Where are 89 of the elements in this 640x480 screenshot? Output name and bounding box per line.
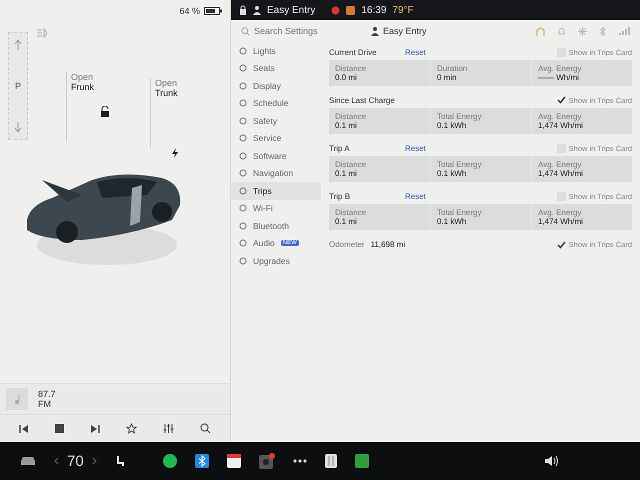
checkmark-icon [556,240,566,248]
radio-band-label: FM [38,399,52,409]
stat-value: 0.1 mi [335,217,358,226]
open-trunk-button[interactable]: Open Trunk [150,78,178,148]
odometer-value: 11,698 mi [370,240,406,249]
stat-value: 0.1 kWh [437,121,468,130]
equalizer-icon[interactable] [163,423,174,434]
camera-app-icon[interactable] [258,453,275,469]
down-arrow-icon [14,121,22,133]
next-icon[interactable] [90,424,100,434]
right-chevron-icon[interactable] [92,457,97,465]
stat-value: 1,474 Wh/mi [538,169,584,178]
menu-item[interactable]: Upgrades [231,252,321,270]
stat-value: 1,474 Wh/mi [538,217,584,226]
stat-value: 0.1 kWh [437,169,468,178]
up-arrow-icon [14,39,22,51]
stat-label: Avg. Energy [538,160,582,169]
search-icon [241,26,250,36]
stat-value: 0.0 mi [335,73,358,82]
stat-label: Distance [335,160,368,169]
menu-item[interactable]: Safety [231,112,321,130]
search-icon[interactable] [200,423,211,434]
person-icon [253,5,261,15]
profile-name[interactable]: Easy Entry [267,4,316,16]
unlock-icon[interactable] [100,106,110,117]
menu-item[interactable]: Seats [231,60,321,77]
more-icon[interactable] [292,459,307,463]
battery-icon [204,7,222,15]
outside-temperature: 79°F [392,4,414,16]
charge-port-icon[interactable] [172,148,178,158]
checkmark-icon [556,96,566,104]
reset-link[interactable]: Reset [405,192,465,200]
music-note-icon [13,394,21,404]
stat-value: 0 min [437,73,458,82]
stat-label: Avg. Energy [538,64,582,73]
menu-item[interactable]: Schedule [231,94,321,112]
trip-title: Since Last Charge [329,96,396,104]
music-app-icon[interactable] [162,454,177,468]
stat-label: Total Energy [437,160,482,169]
search-field[interactable]: Search Settings [241,26,351,36]
stat-value: —— Wh/mi [538,73,580,82]
reset-link[interactable]: Reset [405,48,465,56]
stat-label: Distance [335,208,368,217]
volume-icon[interactable] [544,455,560,467]
clock-time: 16:39 [361,4,386,16]
star-icon[interactable] [126,423,137,434]
reset-link[interactable]: Reset [405,144,465,152]
gear-selector[interactable]: P [8,32,28,140]
car-icon[interactable] [20,456,36,466]
battery-percent: 64 % [179,6,200,16]
stat-value: 0.1 mi [335,169,358,178]
record-icon[interactable] [331,6,340,14]
stat-label: Avg. Energy [538,208,582,217]
menu-item[interactable]: Navigation [231,164,321,182]
signal-icon [618,26,630,36]
left-chevron-icon[interactable] [54,457,59,465]
open-frunk-button[interactable]: Open Frunk [66,72,94,142]
menu-item[interactable]: Bluetooth [231,217,321,234]
menu-item[interactable]: Software [231,147,321,164]
gear-label: P [14,81,21,91]
stat-label: Distance [335,64,368,73]
square-app-icon[interactable] [354,454,369,468]
menu-item[interactable]: Display [231,77,321,94]
trip-title: Trip B [329,192,352,200]
stat-label: Total Energy [437,112,482,121]
menu-item[interactable]: Service [231,130,321,147]
bluetooth-app-icon[interactable] [194,454,209,468]
stat-value: 1,474 Wh/mi [538,121,584,130]
stat-label: Duration [437,64,468,73]
seat-heater-icon[interactable] [114,454,125,468]
stat-value: 0.1 kWh [437,217,468,226]
station-frequency: 87.7 [38,389,56,399]
trip-title: Trip A [329,144,351,152]
stat-label: Distance [335,112,368,121]
previous-icon[interactable] [19,424,29,434]
cabin-temperature: 70 [67,452,84,470]
person-icon [371,26,379,36]
stat-value: 0.1 mi [335,121,358,130]
odometer-label: Odometer [329,240,365,249]
lock-icon[interactable] [239,5,247,15]
menu-item[interactable]: Wi-Fi [231,200,321,217]
stat-label: Avg. Energy [538,112,582,121]
trip-title: Current Drive [329,48,378,56]
menu-item[interactable]: Trips [231,182,321,200]
profile-name[interactable]: Easy Entry [383,26,427,36]
notes-app-icon[interactable] [324,454,337,468]
menu-item[interactable]: Lights [231,42,321,60]
calendar-app-icon[interactable] [226,454,241,468]
stat-label: Total Energy [437,208,482,217]
